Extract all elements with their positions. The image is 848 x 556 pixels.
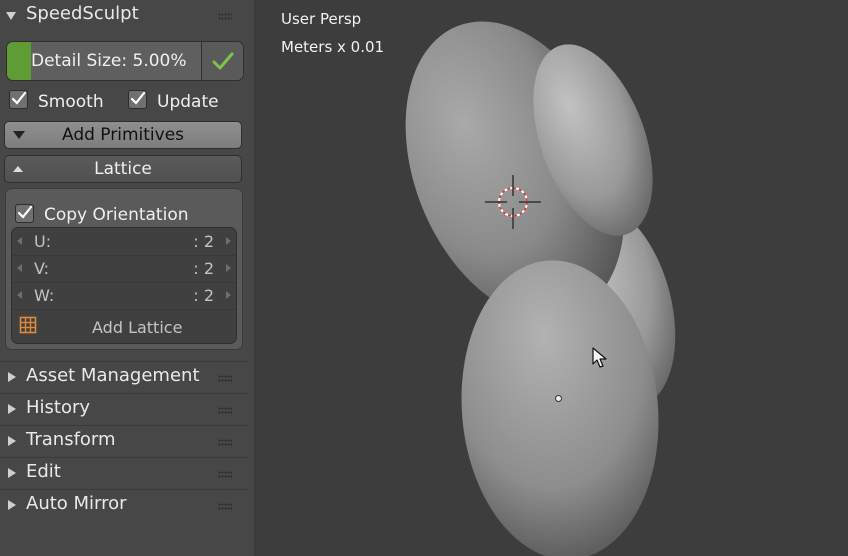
disclosure-right-icon [8,372,16,382]
increment-arrow-icon[interactable] [226,291,231,299]
panel-label: History [26,397,91,418]
drag-grip-icon[interactable] [218,407,232,414]
disclosure-right-icon [8,468,16,478]
smooth-label: Smooth [38,92,104,112]
add-primitives-label: Add Primitives [61,125,185,145]
disclosure-right-icon [8,500,16,510]
lattice-label: Lattice [94,159,152,179]
drag-grip-icon[interactable] [218,503,232,510]
increment-arrow-icon[interactable] [226,237,231,245]
lattice-grid-icon [19,316,37,334]
panel-label: Asset Management [26,365,200,386]
add-lattice-button[interactable]: Add Lattice [12,311,236,343]
drag-grip-icon[interactable] [218,471,232,478]
expand-up-icon [13,166,23,172]
detail-size-fill [7,42,31,80]
checkmark-icon [18,206,32,219]
update-label: Update [157,92,219,112]
speedsculpt-title: SpeedSculpt [26,3,139,24]
panel-header-history[interactable]: History [0,394,248,425]
sculpt-mesh[interactable] [255,0,848,556]
panel-header-auto-mirror[interactable]: Auto Mirror [0,490,248,521]
disclosure-right-icon [8,404,16,414]
panel-label: Transform [26,429,116,450]
field-value: : 2 [193,232,214,251]
tool-shelf: SpeedSculpt Detail Size: 5.00% Smooth Up… [0,0,255,556]
field-value: : 2 [193,286,214,305]
decrement-arrow-icon[interactable] [17,264,22,272]
object-origin-dot [555,395,562,402]
disclosure-right-icon [8,436,16,446]
checkmark-icon [131,92,145,105]
3d-viewport[interactable]: User Persp Meters x 0.01 [255,0,848,556]
detail-size-confirm-button[interactable] [201,42,243,80]
speedsculpt-panel-header[interactable]: SpeedSculpt [0,0,248,31]
field-label: U: [34,232,52,251]
copy-orientation-label: Copy Orientation [44,205,189,225]
field-value: : 2 [193,259,214,278]
checkmark-icon [212,52,234,70]
copy-orientation-checkbox[interactable] [15,204,34,223]
lattice-button[interactable]: Lattice [4,155,242,183]
panel-label: Edit [26,461,61,482]
mouse-pointer-icon [592,347,607,368]
lattice-v-field[interactable]: V: : 2 [12,255,236,283]
decrement-arrow-icon[interactable] [17,237,22,245]
panel-header-asset-management[interactable]: Asset Management [0,362,248,393]
checkmark-icon [12,92,26,105]
disclosure-down-icon [6,12,16,20]
smooth-checkbox[interactable] [9,90,28,109]
lattice-resolution-fields: U: : 2 V: : 2 W: : 2 Add Lattice [11,227,237,344]
lattice-u-field[interactable]: U: : 2 [12,228,236,256]
drag-grip-icon[interactable] [218,13,232,20]
add-lattice-label: Add Lattice [92,318,183,337]
detail-size-slider[interactable]: Detail Size: 5.00% [6,41,244,81]
detail-size-label: Detail Size: 5.00% [31,51,187,71]
field-label: V: [34,259,50,278]
lattice-w-field[interactable]: W: : 2 [12,282,236,310]
update-checkbox[interactable] [128,90,147,109]
field-label: W: [34,286,55,305]
decrement-arrow-icon[interactable] [17,291,22,299]
drag-grip-icon[interactable] [218,439,232,446]
add-primitives-button[interactable]: Add Primitives [4,121,242,149]
panel-header-transform[interactable]: Transform [0,426,248,457]
panel-label: Auto Mirror [26,493,127,514]
lattice-subpanel: Copy Orientation U: : 2 V: : 2 W: : 2 Ad… [5,188,243,350]
drag-grip-icon[interactable] [218,375,232,382]
increment-arrow-icon[interactable] [226,264,231,272]
panel-header-edit[interactable]: Edit [0,458,248,489]
collapse-down-icon [13,131,25,139]
